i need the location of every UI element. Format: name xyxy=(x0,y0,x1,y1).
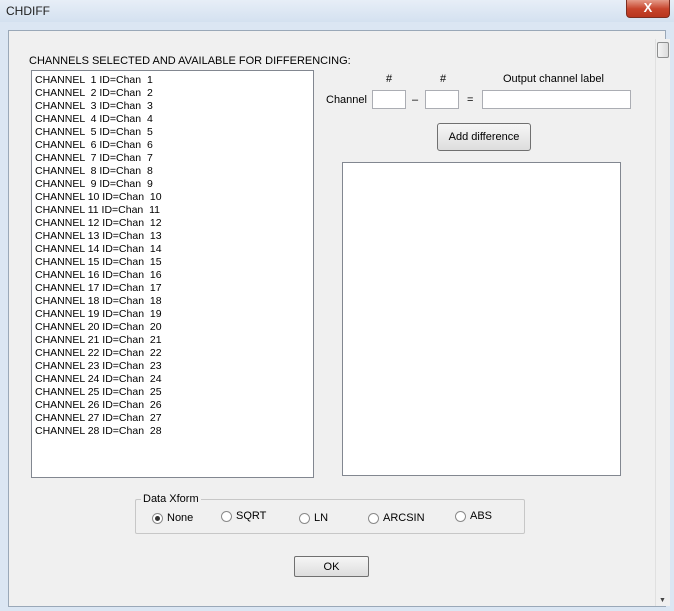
list-item[interactable]: CHANNEL 28 ID=Chan 28 xyxy=(32,425,313,438)
scrollbar-thumb[interactable] xyxy=(657,42,669,58)
title-bar: CHDIFF X xyxy=(0,0,674,22)
channel-b-hash-label: # xyxy=(440,73,447,85)
list-item[interactable]: CHANNEL 13 ID=Chan 13 xyxy=(32,230,313,243)
radio-ln-indicator xyxy=(299,513,310,524)
window-title: CHDIFF xyxy=(6,4,50,18)
minus-sign: – xyxy=(412,94,419,106)
list-item[interactable]: CHANNEL 26 ID=Chan 26 xyxy=(32,399,313,412)
list-item[interactable]: CHANNEL 16 ID=Chan 16 xyxy=(32,269,313,282)
channel-a-input[interactable] xyxy=(372,90,406,109)
list-item[interactable]: CHANNEL 6 ID=Chan 6 xyxy=(32,139,313,152)
radio-sqrt-label: SQRT xyxy=(236,510,267,522)
vertical-scrollbar[interactable]: ▼ xyxy=(655,39,670,606)
list-item[interactable]: CHANNEL 9 ID=Chan 9 xyxy=(32,178,313,191)
list-item[interactable]: CHANNEL 1 ID=Chan 1 xyxy=(32,74,313,87)
list-item[interactable]: CHANNEL 19 ID=Chan 19 xyxy=(32,308,313,321)
channel-a-hash-label: # xyxy=(386,73,393,85)
close-button[interactable]: X xyxy=(626,0,670,18)
radio-abs-indicator xyxy=(455,511,466,522)
list-item[interactable]: CHANNEL 8 ID=Chan 8 xyxy=(32,165,313,178)
list-item[interactable]: CHANNEL 3 ID=Chan 3 xyxy=(32,100,313,113)
output-label-input[interactable] xyxy=(482,90,631,109)
list-item[interactable]: CHANNEL 4 ID=Chan 4 xyxy=(32,113,313,126)
list-item[interactable]: CHANNEL 23 ID=Chan 23 xyxy=(32,360,313,373)
ok-button[interactable]: OK xyxy=(294,556,369,577)
radio-arcsin-indicator xyxy=(368,513,379,524)
list-item[interactable]: CHANNEL 17 ID=Chan 17 xyxy=(32,282,313,295)
list-item[interactable]: CHANNEL 14 ID=Chan 14 xyxy=(32,243,313,256)
radio-none-indicator xyxy=(152,513,163,524)
list-item[interactable]: CHANNEL 2 ID=Chan 2 xyxy=(32,87,313,100)
equals-sign: = xyxy=(467,94,474,106)
radio-arcsin-label: ARCSIN xyxy=(383,512,425,524)
data-xform-title: Data Xform xyxy=(141,493,201,505)
list-item[interactable]: CHANNEL 27 ID=Chan 27 xyxy=(32,412,313,425)
channel-b-input[interactable] xyxy=(425,90,459,109)
list-item[interactable]: CHANNEL 24 ID=Chan 24 xyxy=(32,373,313,386)
radio-abs-label: ABS xyxy=(470,510,493,522)
channel-label: Channel xyxy=(326,94,367,106)
list-item[interactable]: CHANNEL 20 ID=Chan 20 xyxy=(32,321,313,334)
radio-ln-label: LN xyxy=(314,512,329,524)
add-difference-button[interactable]: Add difference xyxy=(437,123,531,151)
list-item[interactable]: CHANNEL 10 ID=Chan 10 xyxy=(32,191,313,204)
close-icon: X xyxy=(643,0,653,15)
list-item[interactable]: CHANNEL 7 ID=Chan 7 xyxy=(32,152,313,165)
list-item[interactable]: CHANNEL 15 ID=Chan 15 xyxy=(32,256,313,269)
scroll-down-arrow-icon[interactable]: ▼ xyxy=(659,597,666,604)
output-label-heading: Output channel label xyxy=(503,73,604,85)
list-item[interactable]: CHANNEL 21 ID=Chan 21 xyxy=(32,334,313,347)
list-item[interactable]: CHANNEL 12 ID=Chan 12 xyxy=(32,217,313,230)
radio-sqrt-indicator xyxy=(221,511,232,522)
list-item[interactable]: CHANNEL 18 ID=Chan 18 xyxy=(32,295,313,308)
radio-none-label: None xyxy=(167,512,194,524)
list-item[interactable]: CHANNEL 22 ID=Chan 22 xyxy=(32,347,313,360)
channel-list[interactable]: CHANNEL 1 ID=Chan 1 CHANNEL 2 ID=Chan 2 CH… xyxy=(31,70,314,478)
channels-heading: CHANNELS SELECTED AND AVAILABLE FOR DIFF… xyxy=(29,55,351,67)
list-item[interactable]: CHANNEL 11 ID=Chan 11 xyxy=(32,204,313,217)
list-item[interactable]: CHANNEL 25 ID=Chan 25 xyxy=(32,386,313,399)
differences-list[interactable] xyxy=(342,162,621,476)
list-item[interactable]: CHANNEL 5 ID=Chan 5 xyxy=(32,126,313,139)
